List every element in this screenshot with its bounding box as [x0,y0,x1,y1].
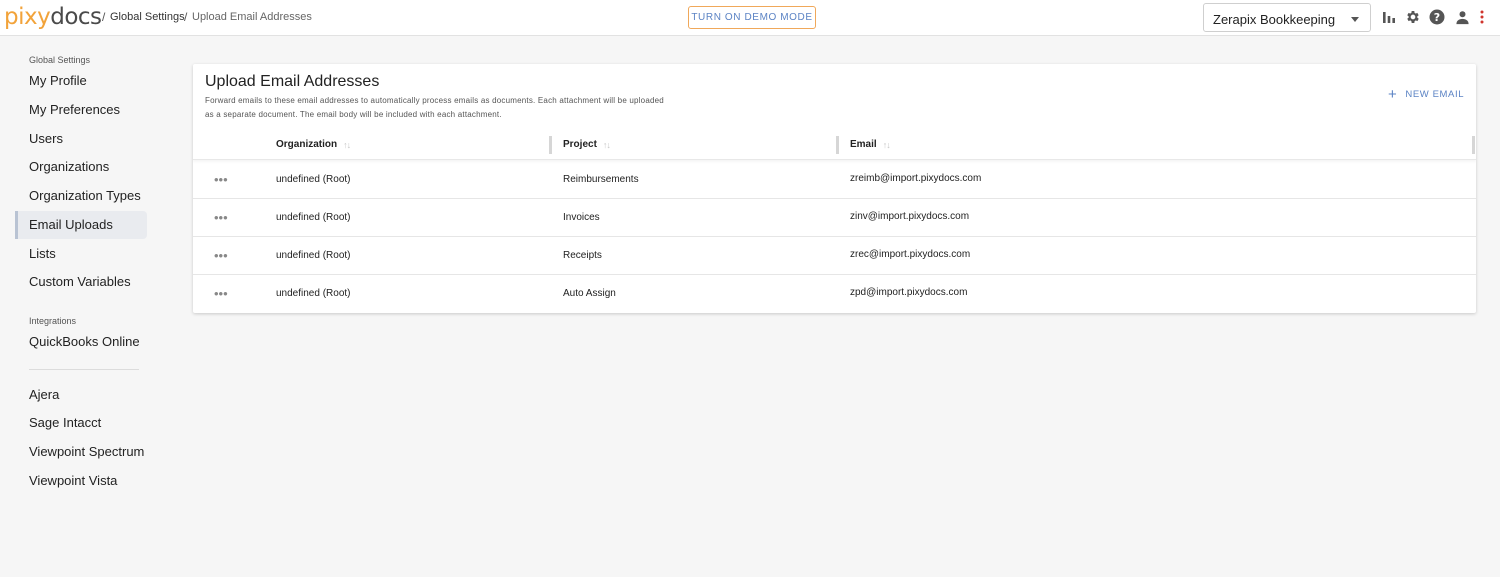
row-menu-icon[interactable]: ••• [214,248,228,263]
sidebar-item-email-uploads[interactable]: Email Uploads [15,211,147,239]
sidebar-item-my-preferences[interactable]: My Preferences [15,96,147,124]
sidebar-item-label: Organization Types [29,188,141,203]
column-header-label: Email [850,139,877,150]
row-menu-icon[interactable]: ••• [214,210,228,225]
plus-icon: + [1388,85,1398,103]
sidebar-item-label: Viewpoint Vista [29,473,118,488]
column-resize-handle[interactable] [1472,136,1475,154]
sidebar-item-label: QuickBooks Online [29,334,140,349]
sidebar-item-label: Email Uploads [29,217,113,232]
column-header-email[interactable]: Email ↑↓ [850,139,891,150]
page-description: Forward emails to these email addresses … [205,96,664,119]
demo-mode-button[interactable]: TURN ON DEMO MODE [688,6,816,29]
cell-organization: undefined (Root) [276,174,351,185]
sort-icon[interactable]: ↑↓ [883,140,891,150]
sidebar-item-quickbooks-online[interactable]: QuickBooks Online [15,328,147,356]
bar-chart-icon[interactable] [1380,8,1398,26]
breadcrumb-separator: / [102,10,106,24]
sidebar-item-label: My Preferences [29,102,121,117]
pixydocs-logo[interactable]: pixydocs [4,3,102,31]
sort-icon[interactable]: ↑↓ [603,140,611,150]
sidebar-item-my-profile[interactable]: My Profile [15,67,147,95]
breadcrumb-separator: / [184,10,188,24]
sidebar-item-label: Custom Variables [29,274,131,289]
column-header-organization[interactable]: Organization ↑↓ [276,139,351,150]
sidebar-item-label: My Profile [29,73,87,88]
cell-organization: undefined (Root) [276,250,351,261]
table-row[interactable]: ••• undefined (Root) Reimbursements zrei… [193,161,1476,199]
more-vert-icon[interactable] [1477,8,1487,26]
table-row[interactable]: ••• undefined (Root) Auto Assign zpd@imp… [193,275,1476,313]
row-menu-icon[interactable]: ••• [214,286,228,301]
cell-email: zinv@import.pixydocs.com [850,211,970,222]
sidebar-item-label: Ajera [29,387,60,402]
cell-email: zpd@import.pixydocs.com [850,287,968,298]
logo-text-part2: docs [50,4,102,30]
sidebar-item-organization-types[interactable]: Organization Types [15,182,147,210]
sidebar-item-label: Lists [29,246,56,261]
sidebar-item-lists[interactable]: Lists [15,240,147,268]
sidebar-section-integrations: Integrations [29,316,77,326]
column-resize-handle[interactable] [549,136,552,154]
sidebar-item-viewpoint-vista[interactable]: Viewpoint Vista [15,467,147,495]
email-addresses-card: Upload Email Addresses Forward emails to… [193,64,1476,313]
new-email-label: NEW EMAIL [1405,89,1465,100]
cell-project: Auto Assign [563,288,616,299]
row-menu-icon[interactable]: ••• [214,172,228,187]
sidebar-item-organizations[interactable]: Organizations [15,153,147,181]
sidebar-section-global-settings: Global Settings [29,55,91,65]
gear-icon[interactable] [1404,8,1422,26]
table-row[interactable]: ••• undefined (Root) Receipts zrec@impor… [193,237,1476,275]
sidebar-item-label: Viewpoint Spectrum [29,444,145,459]
sidebar-item-label: Sage Intacct [29,415,102,430]
sidebar-item-ajera[interactable]: Ajera [15,381,147,409]
column-header-label: Project [563,139,597,150]
page-title: Upload Email Addresses [205,73,380,90]
sort-icon[interactable]: ↑↓ [343,140,351,150]
svg-text:?: ? [1434,11,1440,24]
table-row[interactable]: ••• undefined (Root) Invoices zinv@impor… [193,199,1476,237]
column-header-project[interactable]: Project ↑↓ [563,139,611,150]
sidebar-divider [29,369,139,370]
breadcrumb-current-page: Upload Email Addresses [192,11,312,23]
cell-email: zreimb@import.pixydocs.com [850,173,982,184]
table-header: Organization ↑↓ Project ↑↓ Email ↑↓ [193,132,1476,160]
cell-project: Reimbursements [563,174,639,185]
cell-project: Receipts [563,250,602,261]
sidebar-item-viewpoint-spectrum[interactable]: Viewpoint Spectrum [15,438,147,466]
organization-select-value: Zerapix Bookkeeping [1213,12,1336,27]
sidebar-item-sage-intacct[interactable]: Sage Intacct [15,409,147,437]
column-resize-handle[interactable] [836,136,839,154]
sidebar-item-custom-variables[interactable]: Custom Variables [15,268,147,296]
top-bar: pixydocs / Global Settings / Upload Emai… [0,0,1500,36]
column-header-label: Organization [276,139,338,150]
sidebar-item-users[interactable]: Users [15,125,147,153]
logo-text-part1: pixy [4,4,51,30]
sidebar-item-label: Organizations [29,159,110,174]
breadcrumb-global-settings[interactable]: Global Settings [110,11,185,23]
cell-organization: undefined (Root) [276,288,351,299]
cell-project: Invoices [563,212,600,223]
sidebar-item-label: Users [29,131,63,146]
cell-email: zrec@import.pixydocs.com [850,249,971,260]
user-icon[interactable] [1453,8,1471,26]
cell-organization: undefined (Root) [276,212,351,223]
help-icon[interactable]: ? [1428,8,1446,26]
new-email-button[interactable]: + NEW EMAIL [1388,85,1465,103]
dropdown-arrow-icon [1351,17,1359,22]
organization-select[interactable]: Zerapix Bookkeeping [1203,3,1371,32]
